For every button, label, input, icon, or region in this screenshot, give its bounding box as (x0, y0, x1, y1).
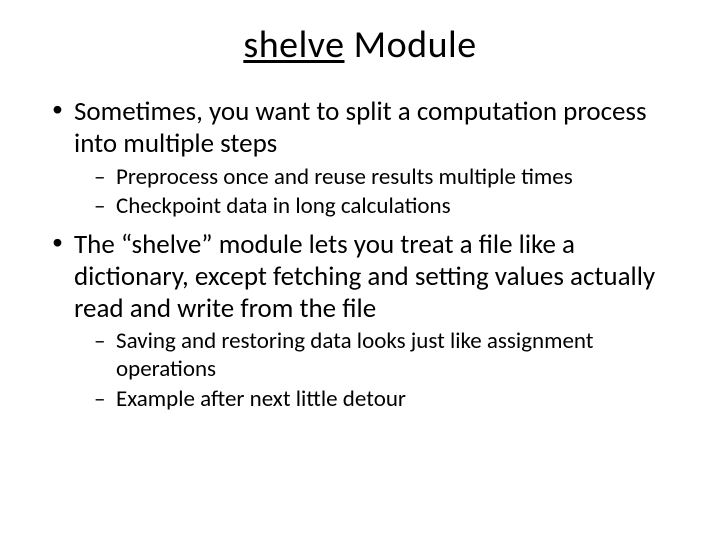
slide: shelve Module Sometimes, you want to spl… (0, 0, 720, 540)
slide-title: shelve Module (40, 22, 680, 68)
bullet-text: The “shelve” module lets you treat a fil… (74, 228, 655, 325)
sub-bullet-item: Checkpoint data in long calculations (94, 193, 680, 221)
title-underlined: shelve (243, 22, 344, 68)
bullet-item: Sometimes, you want to split a computati… (50, 96, 680, 221)
sub-bullet-text: Saving and restoring data looks just lik… (116, 327, 594, 383)
bullet-text: Sometimes, you want to split a computati… (74, 95, 647, 160)
sub-bullet-item: Saving and restoring data looks just lik… (94, 328, 680, 383)
sub-bullet-item: Preprocess once and reuse results multip… (94, 164, 680, 192)
sub-bullet-text: Checkpoint data in long calculations (116, 192, 451, 220)
sub-bullet-text: Preprocess once and reuse results multip… (116, 163, 573, 191)
title-rest: Module (344, 22, 476, 68)
bullet-list: Sometimes, you want to split a computati… (40, 96, 680, 413)
sub-bullet-text: Example after next little detour (116, 385, 406, 413)
bullet-item: The “shelve” module lets you treat a fil… (50, 229, 680, 413)
sub-bullet-list: Saving and restoring data looks just lik… (74, 328, 680, 413)
sub-bullet-list: Preprocess once and reuse results multip… (74, 164, 680, 221)
sub-bullet-item: Example after next little detour (94, 386, 680, 414)
